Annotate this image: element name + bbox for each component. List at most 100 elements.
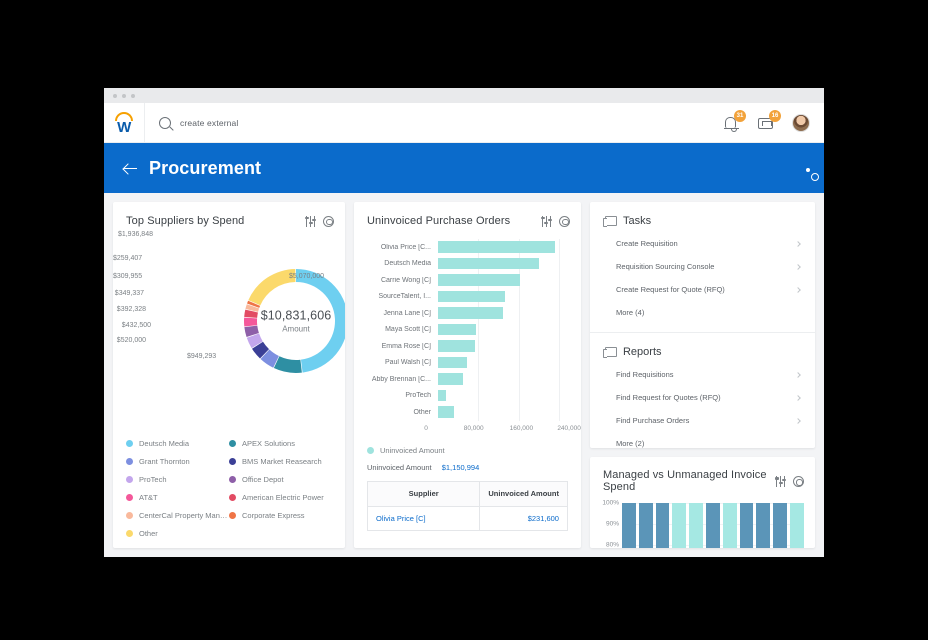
- chevron-right-icon: [795, 241, 801, 247]
- legend-item[interactable]: Corporate Express: [229, 511, 332, 520]
- legend-swatch: [229, 440, 236, 447]
- legend-item[interactable]: Office Depot: [229, 475, 332, 484]
- managed-bar[interactable]: [790, 503, 804, 548]
- cell-amount[interactable]: $231,600: [528, 514, 559, 523]
- gear-icon[interactable]: [559, 216, 570, 227]
- legend-label: Corporate Express: [242, 511, 305, 520]
- bar-fill: [438, 324, 476, 336]
- window-maximize-dot[interactable]: [131, 94, 135, 98]
- donut-center-caption: Amount: [248, 325, 344, 334]
- legend-swatch: [229, 458, 236, 465]
- donut-segment[interactable]: [274, 356, 302, 373]
- legend-swatch: [126, 440, 133, 447]
- back-arrow-icon[interactable]: [122, 160, 138, 176]
- task-item[interactable]: Requisition Sourcing Console: [590, 255, 815, 278]
- legend-swatch: [126, 476, 133, 483]
- managed-bar[interactable]: [706, 503, 720, 548]
- managed-bar[interactable]: [756, 503, 770, 548]
- notifications-button[interactable]: 31: [722, 114, 740, 132]
- task-item[interactable]: More (4): [590, 301, 815, 324]
- managed-bar[interactable]: [656, 503, 670, 548]
- managed-bar[interactable]: [689, 503, 703, 548]
- bar-row[interactable]: Other: [366, 404, 569, 421]
- reports-header: Reports: [590, 333, 815, 363]
- search-input[interactable]: create external: [180, 118, 238, 128]
- card-tasks-reports: Tasks Create RequisitionRequisition Sour…: [590, 202, 815, 448]
- legend-item[interactable]: CenterCal Property Mana...: [126, 511, 229, 520]
- bar-chart: Olivia Price [C... Deutsch Media Carrie Wo…: [354, 235, 581, 421]
- legend-label: AT&T: [139, 493, 158, 502]
- legend-label: American Electric Power: [242, 493, 324, 502]
- link-label: Requisition Sourcing Console: [616, 262, 796, 271]
- managed-bar[interactable]: [639, 503, 653, 548]
- chevron-right-icon: [795, 264, 801, 270]
- report-item[interactable]: More (2): [590, 432, 815, 448]
- managed-bar[interactable]: [723, 503, 737, 548]
- bar-row[interactable]: Emma Rose [C]: [366, 338, 569, 355]
- legend-swatch: [229, 476, 236, 483]
- donut-value-label: $5,070,000: [289, 273, 324, 280]
- link-label: Create Requisition: [616, 239, 796, 248]
- summary-value[interactable]: $1,150,994: [442, 463, 480, 472]
- legend-item[interactable]: Grant Thornton: [126, 457, 229, 466]
- legend-swatch: [229, 512, 236, 519]
- report-item[interactable]: Find Requisitions: [590, 363, 815, 386]
- summary-label: Uninvoiced Amount: [367, 463, 432, 472]
- legend-item[interactable]: APEX Solutions: [229, 439, 332, 448]
- axis-tick-label: 240,000: [557, 425, 581, 432]
- bar-row[interactable]: SourceTalent, I...: [366, 289, 569, 306]
- filter-icon[interactable]: [305, 216, 316, 227]
- managed-bar[interactable]: [672, 503, 686, 548]
- legend-item[interactable]: Other: [126, 529, 229, 538]
- cell-supplier[interactable]: Olivia Price [C]: [376, 514, 426, 523]
- task-item[interactable]: Create Request for Quote (RFQ): [590, 278, 815, 301]
- table-row[interactable]: Olivia Price [C] $231,600: [368, 506, 567, 530]
- window-close-dot[interactable]: [113, 94, 117, 98]
- legend-label: Grant Thornton: [139, 457, 190, 466]
- legend-item[interactable]: American Electric Power: [229, 493, 332, 502]
- window-minimize-dot[interactable]: [122, 94, 126, 98]
- legend-item[interactable]: AT&T: [126, 493, 229, 502]
- bar-row[interactable]: Paul Walsh [C]: [366, 355, 569, 372]
- avatar[interactable]: [792, 114, 810, 132]
- browser-window: W create external 31 16: [104, 88, 824, 557]
- workday-w-letter: W: [113, 120, 135, 135]
- task-item[interactable]: Create Requisition: [590, 232, 815, 255]
- bar-row[interactable]: Carrie Wong [C]: [366, 272, 569, 289]
- bar-row[interactable]: Maya Scott [C]: [366, 322, 569, 339]
- global-search[interactable]: create external: [145, 117, 722, 129]
- legend-item[interactable]: ProTech: [126, 475, 229, 484]
- chevron-right-icon: [795, 395, 801, 401]
- workday-logo[interactable]: W: [104, 103, 145, 143]
- bar-row[interactable]: Deutsch Media: [366, 256, 569, 273]
- filter-icon[interactable]: [541, 216, 552, 227]
- bar-row[interactable]: ProTech: [366, 388, 569, 405]
- filter-icon[interactable]: [775, 476, 786, 487]
- gear-icon[interactable]: [793, 476, 804, 487]
- managed-bar[interactable]: [740, 503, 754, 548]
- bar-row[interactable]: Jenna Lane [C]: [366, 305, 569, 322]
- window-titlebar: [104, 88, 824, 103]
- bar-track: [438, 404, 569, 421]
- gear-icon[interactable]: [323, 216, 334, 227]
- report-item[interactable]: Find Request for Quotes (RFQ): [590, 386, 815, 409]
- bar-row[interactable]: Abby Brennan [C...: [366, 371, 569, 388]
- card-title: Top Suppliers by Spend: [126, 215, 305, 227]
- reports-list: Find RequisitionsFind Request for Quotes…: [590, 363, 815, 448]
- bar-fill: [438, 291, 505, 303]
- chevron-right-icon: [795, 287, 801, 293]
- inbox-button[interactable]: 16: [757, 114, 775, 132]
- legend-item[interactable]: BMS Market Reasearch: [229, 457, 332, 466]
- bar-row[interactable]: Olivia Price [C...: [366, 239, 569, 256]
- legend-item[interactable]: Deutsch Media: [126, 439, 229, 448]
- bar-category-label: Deutsch Media: [366, 260, 438, 267]
- bar-category-label: Abby Brennan [C...: [366, 376, 438, 383]
- bar-fill: [438, 340, 475, 352]
- report-item[interactable]: Find Purchase Orders: [590, 409, 815, 432]
- donut-legend: Deutsch MediaAPEX Solutions Grant Thornto…: [113, 435, 345, 548]
- legend-label: Office Depot: [242, 475, 284, 484]
- managed-bar[interactable]: [773, 503, 787, 548]
- donut-value-label: $259,407: [113, 255, 142, 262]
- donut-value-label: $1,936,848: [113, 231, 153, 238]
- managed-bar[interactable]: [622, 503, 636, 548]
